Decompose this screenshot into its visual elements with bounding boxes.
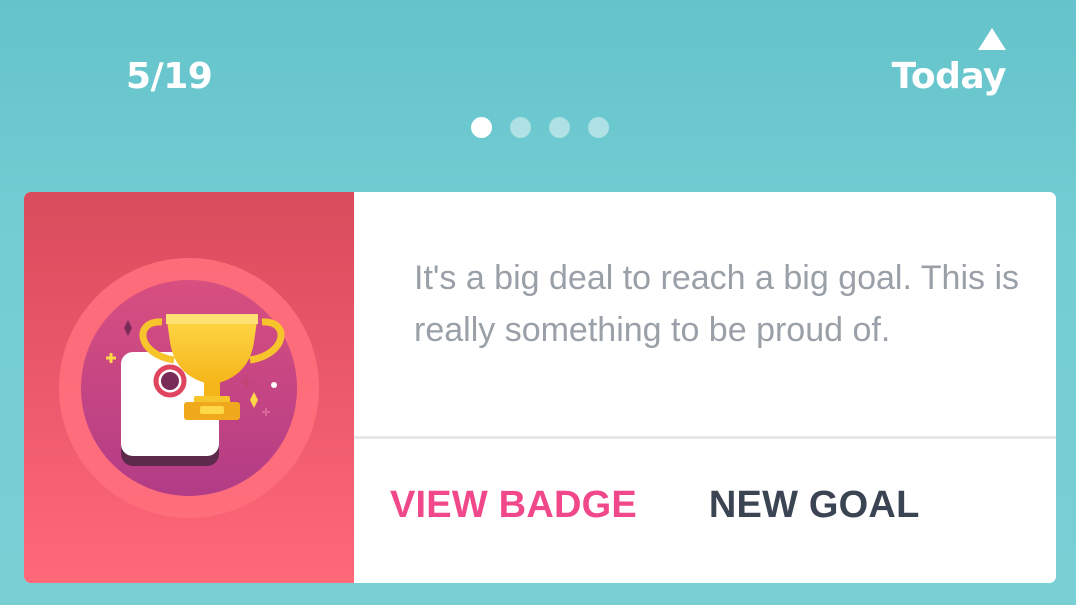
page-dot-active[interactable] [471,117,492,138]
triangle-up-icon[interactable] [978,28,1006,50]
goal-message: It's a big deal to reach a big goal. Thi… [414,259,1019,349]
card-actions: VIEW BADGE NEW GOAL [390,484,920,527]
badge-panel [24,192,354,583]
today-button[interactable]: Today [892,56,1007,97]
new-goal-button[interactable]: NEW GOAL [709,484,920,527]
today-control[interactable]: Today [846,26,1007,106]
header: 5/19 Today [0,0,1076,190]
page-dot[interactable] [510,117,531,138]
trophy-badge-icon [59,258,319,518]
page-dot[interactable] [549,117,570,138]
divider [354,436,1056,439]
view-badge-button[interactable]: VIEW BADGE [390,484,637,527]
card-body: It's a big deal to reach a big goal. Thi… [354,192,1056,583]
page-dot[interactable] [588,117,609,138]
date-label: 5/19 [126,56,213,97]
page-indicator [471,117,609,138]
goal-card: It's a big deal to reach a big goal. Thi… [24,192,1056,583]
